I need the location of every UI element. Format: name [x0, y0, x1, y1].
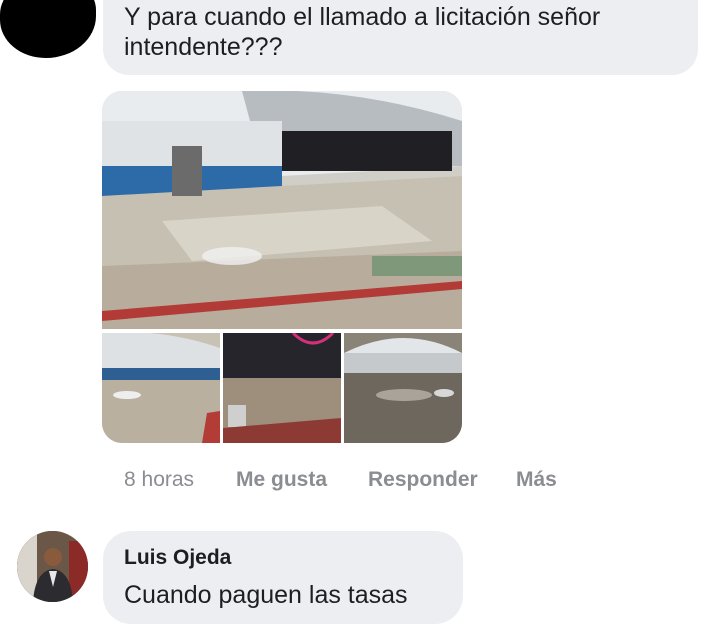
- redacted-avatar[interactable]: [0, 0, 96, 58]
- reply-button[interactable]: Responder: [368, 466, 478, 494]
- photo-main[interactable]: [102, 91, 462, 329]
- more-button[interactable]: Más: [516, 466, 557, 494]
- comment-text: Y para cuando el llamado a licitación se…: [124, 3, 601, 61]
- photo-thumb-3[interactable]: [344, 333, 462, 443]
- photo-gallery: [102, 91, 462, 443]
- reply-text: Cuando paguen las tasas: [124, 581, 408, 609]
- photo-thumb-1[interactable]: [102, 333, 220, 443]
- like-button[interactable]: Me gusta: [236, 466, 327, 494]
- author-name[interactable]: Luis Ojeda: [124, 545, 231, 571]
- photo-thumb-2[interactable]: [223, 333, 341, 443]
- avatar[interactable]: [17, 531, 88, 602]
- timestamp[interactable]: 8 horas: [124, 466, 194, 494]
